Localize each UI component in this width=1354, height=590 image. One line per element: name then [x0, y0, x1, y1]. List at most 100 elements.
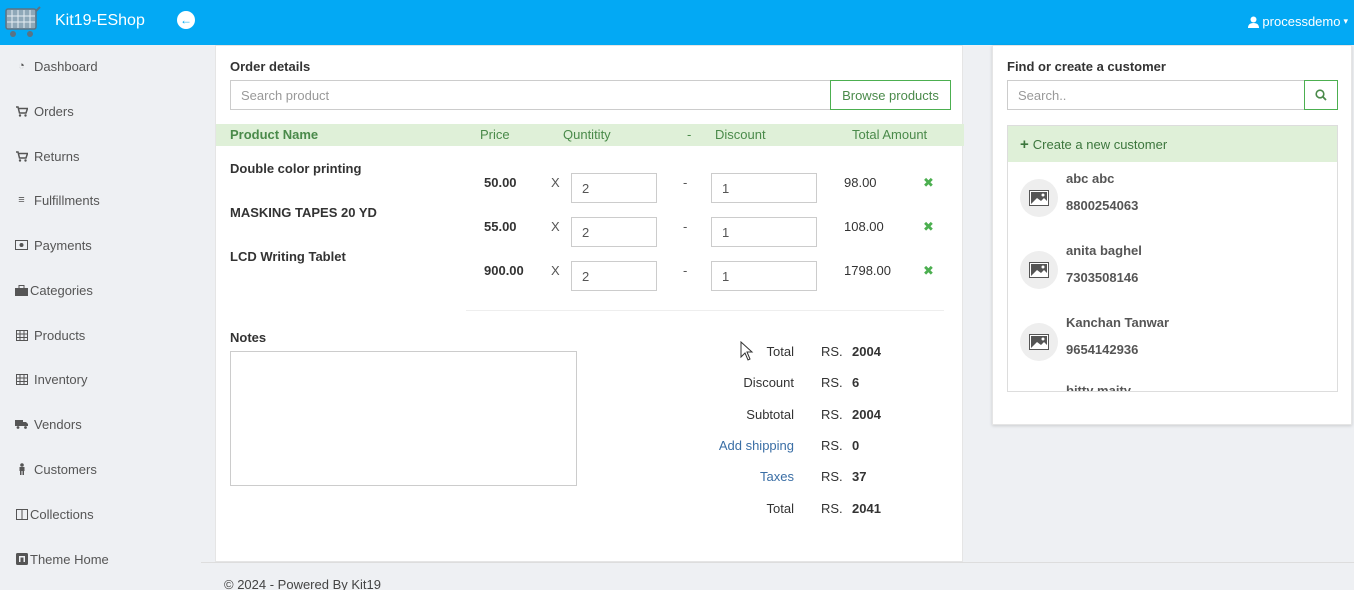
customer-phone: 8800254063: [1066, 198, 1139, 213]
column-price: Price: [480, 127, 510, 142]
sidebar-item-inventory[interactable]: Inventory: [15, 369, 87, 389]
brand-name[interactable]: Kit19-EShop: [55, 12, 145, 30]
avatar: [1020, 391, 1058, 392]
columns-icon: [15, 508, 28, 520]
sidebar-item-label: Customers: [34, 461, 97, 477]
customer-name: bitty maity: [1066, 383, 1132, 392]
order-details-title: Order details: [230, 59, 311, 74]
sidebar: ◔ Dashboard Orders Returns ≡ Fulfillment…: [0, 45, 200, 590]
summary-grand-total-label: Total: [766, 501, 794, 516]
summary-subtotal-label: Subtotal: [746, 407, 794, 422]
row-separator: -: [683, 175, 688, 190]
row-total: 98.00: [844, 175, 877, 190]
remove-icon[interactable]: ✖: [923, 175, 934, 191]
sidebar-item-label: Orders: [34, 103, 74, 119]
summary-taxes-value: 37: [852, 469, 867, 484]
column-product-name: Product Name: [230, 127, 319, 142]
product-name: Double color printing: [230, 161, 362, 176]
customer-list-item[interactable]: Kanchan Tanwar 9654142936: [1008, 315, 1337, 387]
shopping-cart-logo-icon[interactable]: [4, 3, 42, 41]
remove-icon[interactable]: ✖: [923, 263, 934, 279]
notes-textarea[interactable]: [230, 351, 577, 486]
sidebar-item-payments[interactable]: Payments: [15, 235, 92, 255]
user-menu[interactable]: processdemo ▾: [1248, 14, 1348, 29]
row-total: 108.00: [844, 219, 884, 234]
discount-input[interactable]: [711, 173, 817, 203]
summary-discount-label: Discount: [743, 375, 794, 390]
create-customer-label: Create a new customer: [1032, 136, 1168, 152]
bars-icon: ≡: [18, 194, 25, 206]
sidebar-item-label: Theme Home: [30, 551, 109, 567]
briefcase-icon: [15, 284, 28, 296]
summary-total-value: 2004: [852, 344, 881, 359]
customer-phone: 7303508146: [1066, 270, 1139, 285]
row-separator: -: [683, 263, 688, 278]
summary-subtotal-value: 2004: [852, 407, 881, 422]
customer-search-input[interactable]: [1007, 80, 1305, 110]
multiply-sign: X: [551, 263, 560, 278]
sidebar-item-label: Dashboard: [34, 58, 98, 74]
customer-search-button[interactable]: [1304, 80, 1338, 110]
browse-products-button[interactable]: Browse products: [830, 80, 951, 110]
sidebar-item-theme-home[interactable]: Theme Home: [15, 549, 109, 569]
summary-currency: RS.: [821, 438, 843, 453]
sidebar-item-dashboard[interactable]: ◔ Dashboard: [15, 56, 98, 76]
customer-panel-title: Find or create a customer: [1007, 59, 1166, 74]
dashboard-icon: ◔: [18, 60, 25, 72]
column-total-amount: Total Amount: [852, 127, 928, 142]
user-icon: [1248, 16, 1260, 28]
discount-input[interactable]: [711, 217, 817, 247]
remove-icon[interactable]: ✖: [923, 219, 934, 235]
quantity-input[interactable]: [571, 261, 657, 291]
mouse-cursor-icon: [740, 341, 754, 361]
sidebar-item-customers[interactable]: Customers: [15, 459, 97, 479]
customer-name: abc abc: [1066, 171, 1115, 186]
top-bar: Kit19-EShop ← processdemo ▾: [0, 0, 1354, 45]
summary-currency: RS.: [821, 469, 843, 484]
customer-list-item[interactable]: bitty maity: [1008, 383, 1337, 392]
avatar: [1020, 323, 1058, 361]
caret-down-icon: ▾: [1343, 16, 1348, 26]
sidebar-item-fulfillments[interactable]: ≡ Fulfillments: [15, 190, 99, 210]
summary-currency: RS.: [821, 407, 843, 422]
product-price: 55.00: [484, 219, 517, 234]
quantity-input[interactable]: [571, 217, 657, 247]
summary-currency: RS.: [821, 501, 843, 516]
summary-total-label: Total: [766, 344, 794, 359]
discount-input[interactable]: [711, 261, 817, 291]
avatar: [1020, 179, 1058, 217]
truck-icon: [15, 418, 28, 430]
customer-list-item[interactable]: abc abc 8800254063: [1008, 171, 1337, 243]
row-total: 1798.00: [844, 263, 891, 278]
product-table-header: Product Name Price Quntitity - Discount …: [216, 124, 964, 146]
create-customer-button[interactable]: + Create a new customer: [1008, 126, 1337, 162]
quantity-input[interactable]: [571, 173, 657, 203]
taxes-link[interactable]: Taxes: [760, 469, 794, 484]
sidebar-item-label: Products: [34, 327, 86, 343]
sidebar-item-label: Returns: [34, 148, 80, 164]
image-placeholder-icon: [1029, 334, 1049, 350]
summary-discount-value: 6: [852, 375, 860, 390]
column-quantity: Quntitity: [563, 127, 611, 142]
add-shipping-link[interactable]: Add shipping: [719, 438, 794, 453]
table-icon: [15, 329, 28, 341]
sidebar-item-orders[interactable]: Orders: [15, 101, 74, 121]
product-price: 900.00: [484, 263, 524, 278]
search-product-input[interactable]: [230, 80, 831, 110]
notes-label: Notes: [230, 330, 267, 345]
sidebar-item-categories[interactable]: Categories: [15, 280, 93, 300]
sidebar-item-returns[interactable]: Returns: [15, 146, 80, 166]
customer-panel: Find or create a customer + Create a new…: [992, 45, 1352, 425]
sidebar-item-vendors[interactable]: Vendors: [15, 414, 82, 434]
avatar: [1020, 251, 1058, 289]
multiply-sign: X: [551, 175, 560, 190]
customer-list-item[interactable]: anita baghel 7303508146: [1008, 243, 1337, 315]
sidebar-item-collections[interactable]: Collections: [15, 504, 94, 524]
sidebar-toggle-icon[interactable]: ←: [177, 11, 195, 29]
summary-shipping-value: 0: [852, 438, 860, 453]
sidebar-item-products[interactable]: Products: [15, 325, 85, 345]
product-name: LCD Writing Tablet: [230, 249, 346, 264]
cart-icon: [15, 150, 28, 162]
column-discount: Discount: [715, 127, 766, 142]
summary-currency: RS.: [821, 375, 843, 390]
